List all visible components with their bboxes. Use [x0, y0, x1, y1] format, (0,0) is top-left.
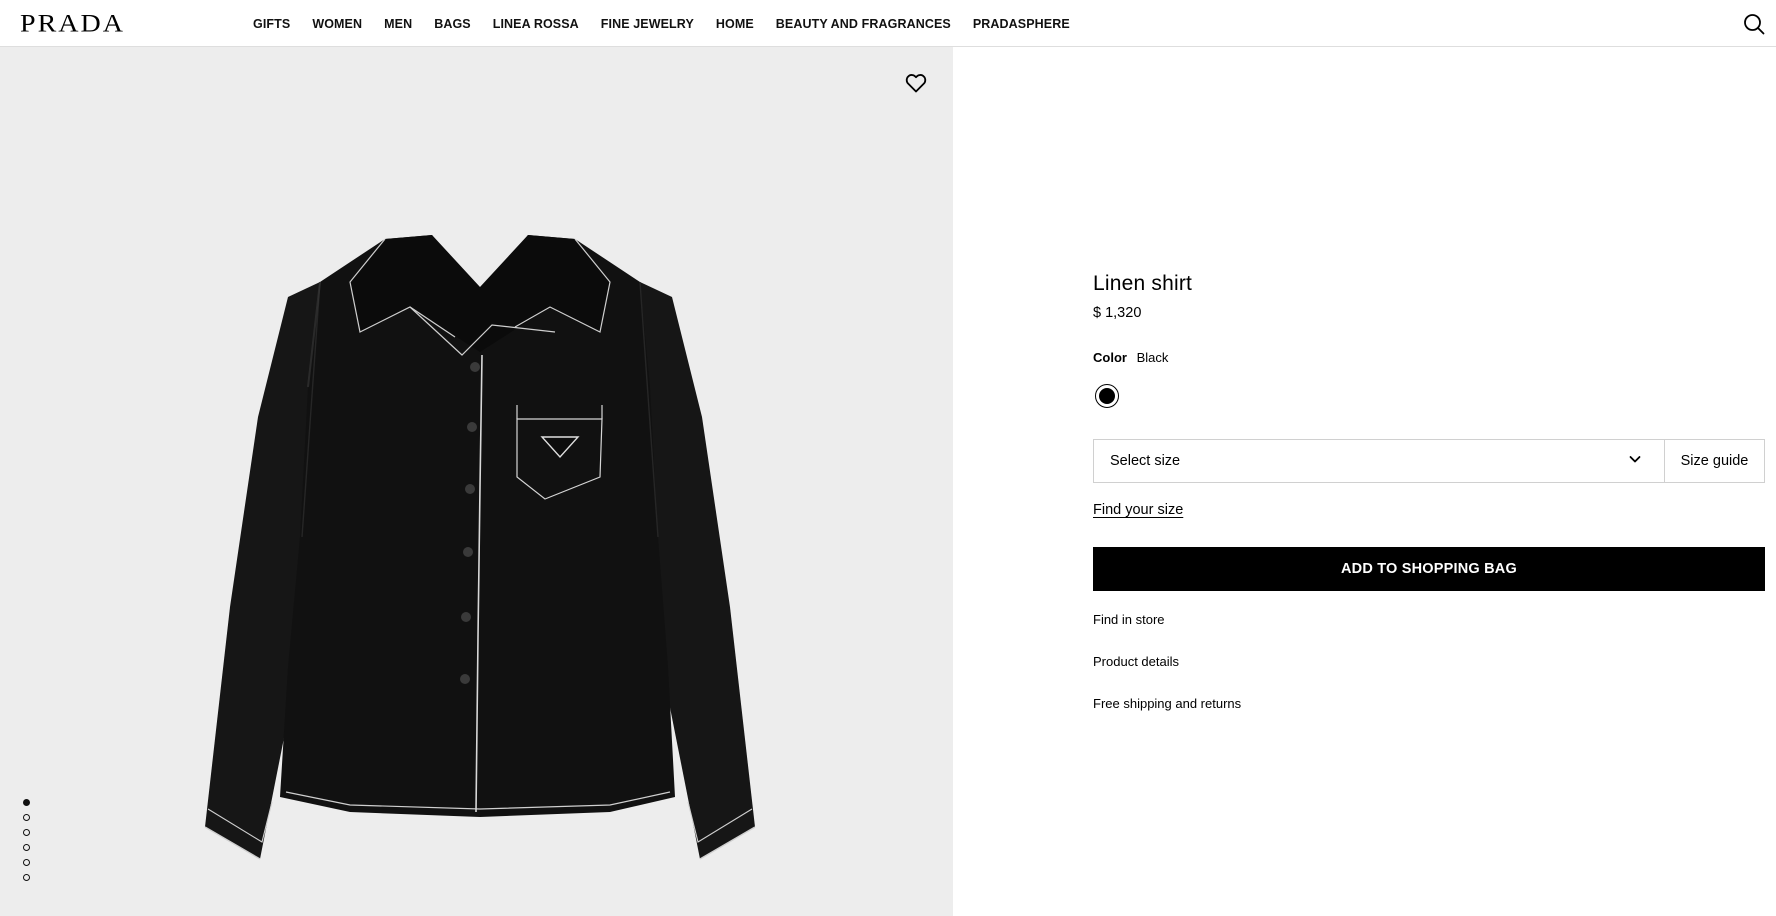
site-header: PRADA GIFTS WOMEN MEN BAGS LINEA ROSSA F… [0, 0, 1776, 47]
color-row: Color Black [1093, 350, 1168, 365]
color-value: Black [1136, 350, 1169, 365]
color-label: Color [1093, 350, 1127, 365]
gallery-dot[interactable] [23, 874, 30, 881]
product-price: $ 1,320 [1093, 305, 1142, 321]
free-shipping-returns-link[interactable]: Free shipping and returns [1093, 696, 1241, 711]
nav-item-bags[interactable]: BAGS [434, 17, 471, 31]
gallery-dot[interactable] [23, 799, 30, 806]
swatch-fill [1099, 388, 1115, 404]
find-your-size-link[interactable]: Find your size [1093, 502, 1183, 518]
heart-icon[interactable] [904, 71, 928, 95]
nav-item-linea-rossa[interactable]: LINEA ROSSA [493, 17, 579, 31]
size-row: Select size Size guide [1093, 439, 1765, 483]
product-image-shirt [204, 235, 756, 860]
product-gallery[interactable] [0, 47, 953, 916]
gallery-dot[interactable] [23, 859, 30, 866]
size-select[interactable]: Select size [1094, 440, 1665, 482]
size-guide-button[interactable]: Size guide [1665, 440, 1764, 482]
size-select-label: Select size [1110, 453, 1181, 469]
main-nav: GIFTS WOMEN MEN BAGS LINEA ROSSA FINE JE… [253, 0, 1092, 47]
nav-item-beauty-and-fragrances[interactable]: BEAUTY AND FRAGRANCES [776, 17, 951, 31]
gallery-dot[interactable] [23, 829, 30, 836]
product-title: Linen shirt [1093, 272, 1193, 295]
gallery-dot[interactable] [23, 844, 30, 851]
color-swatch-black[interactable] [1095, 384, 1119, 408]
prada-logo[interactable]: PRADA [20, 10, 125, 38]
nav-item-women[interactable]: WOMEN [312, 17, 362, 31]
find-in-store-link[interactable]: Find in store [1093, 612, 1165, 627]
nav-item-pradasphere[interactable]: PRADASPHERE [973, 17, 1070, 31]
nav-item-fine-jewelry[interactable]: FINE JEWELRY [601, 17, 694, 31]
gallery-pagination [23, 799, 30, 881]
nav-item-home[interactable]: HOME [716, 17, 754, 31]
nav-item-men[interactable]: MEN [384, 17, 412, 31]
nav-item-gifts[interactable]: GIFTS [253, 17, 290, 31]
product-details-link[interactable]: Product details [1093, 654, 1179, 669]
add-to-shopping-bag-button[interactable]: ADD TO SHOPPING BAG [1093, 547, 1765, 591]
search-icon[interactable] [1742, 12, 1766, 36]
chevron-down-icon [1628, 452, 1642, 470]
gallery-dot[interactable] [23, 814, 30, 821]
